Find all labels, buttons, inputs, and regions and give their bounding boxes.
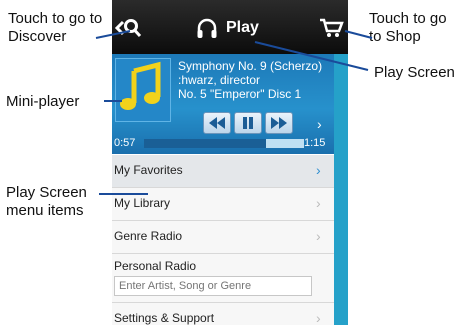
play-title: Play: [196, 16, 259, 40]
pause-icon: [243, 117, 253, 129]
rewind-icon: [209, 117, 225, 129]
menu-item-label: Settings & Support: [114, 311, 215, 325]
mini-player[interactable]: Symphony No. 9 (Scherzo) :hwarz, directo…: [112, 54, 334, 154]
leader-shop: [344, 30, 373, 39]
menu-item-genre-radio[interactable]: Genre Radio ›: [112, 221, 334, 254]
top-bar: Play: [112, 0, 348, 54]
menu-item-label: Genre Radio: [114, 229, 183, 243]
chevron-right-icon: ›: [316, 195, 321, 211]
callout-mini-player: Mini-player: [6, 93, 80, 110]
progress-bar[interactable]: [144, 139, 304, 148]
rewind-button[interactable]: [203, 112, 231, 134]
playback-controls: [203, 112, 293, 134]
track-album: No. 5 "Emperor" Disc 1: [178, 87, 302, 101]
elapsed-time: 0:57: [114, 137, 136, 149]
total-time: 1:15: [304, 137, 326, 149]
pause-button[interactable]: [234, 112, 262, 134]
personal-radio-section: Personal Radio: [112, 254, 334, 303]
menu-item-label: My Favorites: [114, 163, 183, 177]
chevron-right-icon: ›: [316, 310, 321, 325]
chevron-right-icon: ›: [316, 228, 321, 244]
scrollbar[interactable]: [334, 54, 348, 325]
callout-play-screen: Play Screen: [374, 64, 455, 81]
fast-forward-button[interactable]: [265, 112, 293, 134]
menu-item-my-favorites[interactable]: My Favorites ›: [112, 155, 334, 188]
personal-radio-label: Personal Radio: [114, 259, 197, 273]
menu-item-label: My Library: [114, 196, 171, 210]
menu-item-settings-support[interactable]: Settings & Support ›: [112, 303, 334, 325]
cart-icon[interactable]: [318, 16, 346, 44]
chevron-right-icon[interactable]: ›: [317, 116, 322, 132]
progress-fill: [144, 139, 266, 148]
headphones-icon: [196, 17, 218, 39]
page-title: Play: [226, 19, 259, 36]
track-title: Symphony No. 9 (Scherzo): [178, 59, 323, 73]
fast-forward-icon: [271, 117, 287, 129]
callout-menu-items: Play Screen menu items: [6, 184, 87, 219]
album-art[interactable]: [115, 58, 171, 122]
phone-screen: Play Symphony No. 9 (Scherzo) :hwarz, di…: [112, 0, 348, 325]
menu-item-my-library[interactable]: My Library ›: [112, 188, 334, 221]
chevron-right-icon: ›: [316, 162, 321, 178]
personal-radio-input[interactable]: [114, 276, 312, 296]
callout-shop: Touch to go to Shop: [369, 10, 447, 45]
track-artist: :hwarz, director: [178, 73, 261, 87]
search-icon[interactable]: [114, 16, 142, 44]
callout-discover: Touch to go to Discover: [8, 10, 103, 45]
